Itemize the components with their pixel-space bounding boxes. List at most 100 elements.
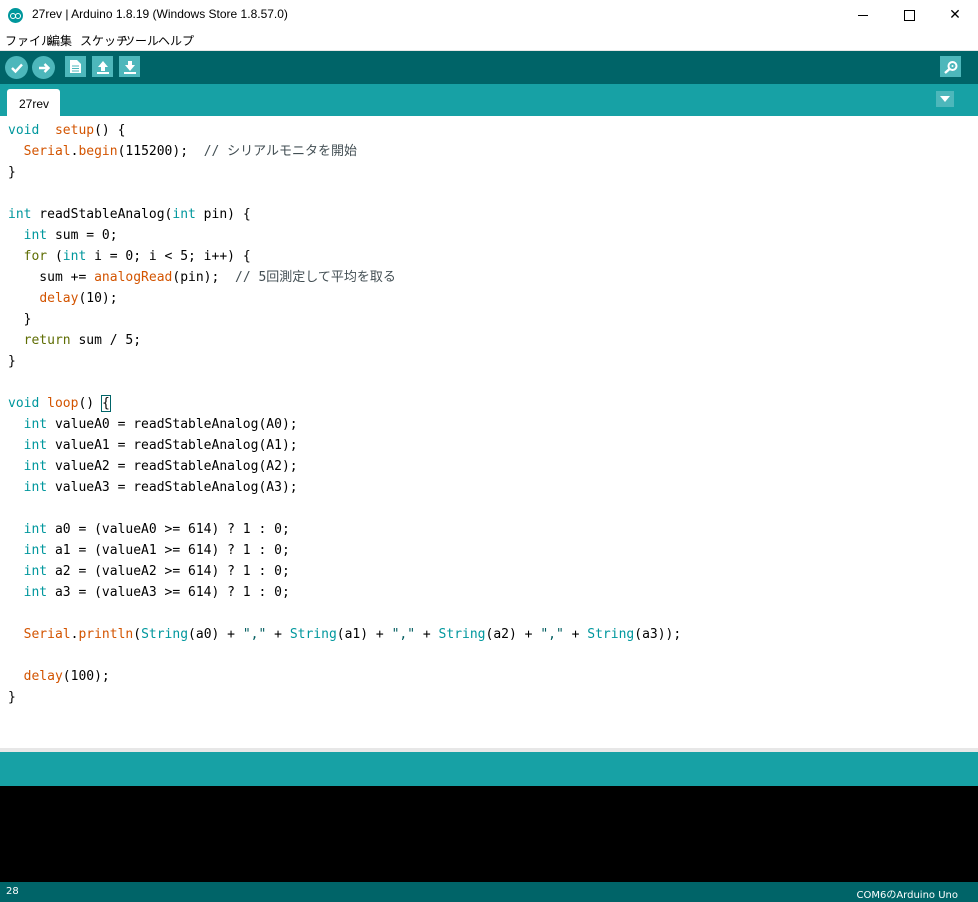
maximize-icon (903, 9, 915, 21)
code-line: int readStableAnalog(int pin) { (8, 204, 251, 225)
code-token: (a3)); (634, 627, 682, 642)
code-line: void loop() { (8, 393, 111, 414)
menu-bar: ファイル 編集 スケッチ ツール ヘルプ (0, 30, 978, 51)
vertical-scrollbar[interactable] (961, 116, 978, 748)
maximize-button[interactable] (886, 0, 932, 30)
code-token: (a2) + (485, 627, 541, 642)
code-token: } (8, 165, 16, 180)
code-token: i = 0; i < 5; i++) { (86, 249, 251, 264)
code-token: a2 = (valueA2 >= 614) ? 1 : 0; (47, 564, 290, 579)
code-token: (a1) + (336, 627, 392, 642)
code-line: } (8, 351, 16, 372)
menu-sketch[interactable]: スケッチ (80, 32, 128, 49)
menu-file[interactable]: ファイル (5, 32, 53, 49)
upload-icon (38, 62, 50, 73)
code-token-fn: Serial (23, 627, 71, 642)
code-token: (115200); (117, 144, 204, 159)
code-token-kw-type: void (8, 396, 40, 411)
minimize-button[interactable] (840, 0, 886, 30)
code-token-kw-type: void (8, 123, 40, 138)
code-token-cmt: // シリアルモニタを開始 (203, 144, 358, 159)
code-token-fn: delay (23, 669, 63, 684)
code-token-str: "," (391, 627, 416, 642)
tab-label: 27rev (19, 97, 50, 111)
code-token-kw-type: int (62, 249, 87, 264)
code-line: int valueA0 = readStableAnalog(A0); (8, 414, 298, 435)
open-button[interactable] (92, 56, 113, 77)
code-token: valueA1 = readStableAnalog(A1); (47, 438, 298, 453)
code-token: (10); (78, 291, 118, 306)
code-token: ( (133, 627, 142, 642)
minimize-icon (858, 14, 868, 16)
code-line: Serial.begin(115200); // シリアルモニタを開始 (8, 141, 357, 162)
code-token-kw-type: String (141, 627, 189, 642)
code-line: int a2 = (valueA2 >= 614) ? 1 : 0; (8, 561, 290, 582)
code-token-kw-type: int (23, 228, 48, 243)
code-line: int a1 = (valueA1 >= 614) ? 1 : 0; (8, 540, 290, 561)
status-bar: 28 COM6のArduino Uno (0, 882, 978, 902)
new-file-button[interactable] (65, 56, 86, 77)
close-icon: ✕ (949, 7, 961, 23)
code-token-str: "," (540, 627, 564, 642)
code-token: (100); (62, 669, 110, 684)
open-icon (96, 60, 109, 74)
code-line: int a0 = (valueA0 >= 614) ? 1 : 0; (8, 519, 290, 540)
console-header (0, 752, 978, 786)
save-button[interactable] (119, 56, 140, 77)
code-token-fn: loop (47, 396, 79, 411)
code-line: delay(10); (8, 288, 118, 309)
tab-bar: 27rev (0, 84, 978, 116)
code-token: } (8, 312, 32, 327)
menu-edit[interactable]: 編集 (48, 32, 72, 49)
code-token-fn: analogRead (94, 270, 173, 285)
tab-menu-button[interactable] (936, 91, 954, 107)
code-token-kw-type: int (23, 417, 48, 432)
board-port-label: COM6のArduino Uno (856, 890, 959, 901)
window-title: 27rev | Arduino 1.8.19 (Windows Store 1.… (32, 7, 288, 21)
code-token-fn: setup (54, 123, 95, 138)
chevron-down-icon (940, 96, 950, 102)
code-token: sum += (8, 270, 95, 285)
code-token: + (266, 627, 290, 642)
code-line: sum += analogRead(pin); // 5回測定して平均を取る (8, 267, 396, 288)
code-token: readStableAnalog( (31, 207, 173, 222)
code-token: sum / 5; (70, 333, 142, 348)
code-line: void setup() { (8, 120, 125, 141)
verify-button[interactable] (5, 56, 28, 79)
tab-27rev[interactable]: 27rev (7, 89, 60, 116)
serial-monitor-button[interactable] (940, 56, 961, 77)
serial-monitor-icon (943, 60, 957, 74)
arduino-logo-icon (8, 8, 23, 23)
code-token-kw-type: int (172, 207, 196, 222)
code-editor[interactable]: void setup() { Serial.begin(115200); // … (0, 116, 961, 748)
close-button[interactable]: ✕ (932, 0, 978, 30)
code-token: (a0) + (188, 627, 243, 642)
code-token: () (78, 396, 102, 411)
code-token: + (415, 627, 439, 642)
console-output[interactable] (0, 786, 978, 882)
menu-tools[interactable]: ツール (123, 32, 159, 49)
code-token-kw-type: String (587, 627, 635, 642)
upload-button[interactable] (32, 56, 55, 79)
code-token: () { (94, 123, 126, 138)
code-token-fn: println (78, 627, 134, 642)
line-number: 28 (6, 886, 19, 897)
code-token-kw-type: int (23, 543, 48, 558)
code-token-kw-type: String (438, 627, 486, 642)
code-token: + (563, 627, 588, 642)
code-line: } (8, 687, 16, 708)
code-token-kw-type: int (23, 438, 48, 453)
code-token-fn: delay (39, 291, 79, 306)
menu-help[interactable]: ヘルプ (158, 32, 194, 49)
